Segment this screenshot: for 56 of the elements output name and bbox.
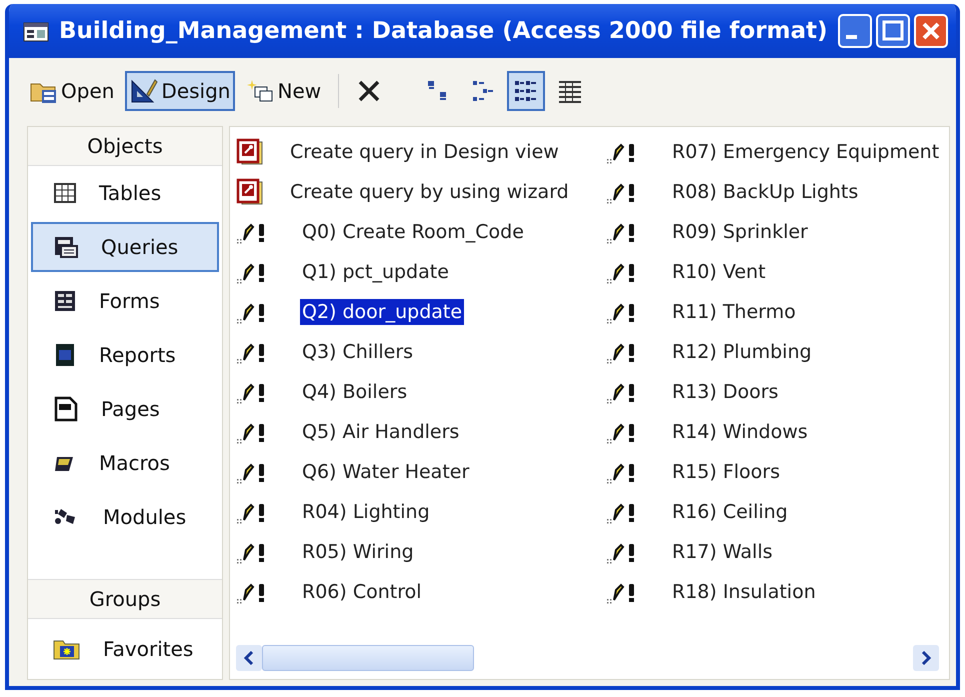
object-type-item[interactable]: Reports [31, 330, 219, 380]
open-button[interactable]: Open [25, 71, 120, 111]
new-window-icon [246, 78, 274, 104]
object-type-item[interactable]: Macros [31, 438, 219, 488]
object-item[interactable]: R06) Control [300, 579, 424, 605]
design-button[interactable]: Design [125, 71, 236, 111]
object-item[interactable]: Q2) door_update [300, 299, 464, 325]
object-item[interactable]: R13) Doors [670, 379, 780, 405]
scrollbar-thumb[interactable] [262, 645, 474, 671]
object-item[interactable]: R11) Thermo [670, 299, 798, 325]
object-item[interactable]: R10) Vent [670, 259, 768, 285]
table-icon [53, 181, 77, 205]
object-type-item[interactable]: Tables [31, 168, 219, 218]
scroll-left-button[interactable] [236, 645, 262, 671]
groups-header: Groups [28, 579, 222, 619]
object-item[interactable]: Q1) pct_update [300, 259, 451, 285]
list-view-button[interactable] [507, 71, 546, 111]
objects-header: Objects [28, 127, 222, 166]
object-item[interactable]: R17) Walls [670, 539, 775, 565]
object-item[interactable]: R15) Floors [670, 459, 782, 485]
minimize-icon[interactable] [838, 14, 872, 48]
object-item[interactable]: R04) Lighting [300, 499, 432, 525]
window-title: Building_Management : Database (Access 2000 file format) [59, 18, 828, 44]
object-type-item[interactable]: Forms [31, 276, 219, 326]
object-item[interactable]: R09) Sprinkler [670, 219, 810, 245]
wizard-icon [236, 138, 264, 166]
object-item[interactable]: R14) Windows [670, 419, 810, 445]
object-item[interactable]: R07) Emergency Equipment [670, 139, 942, 165]
page-icon [53, 396, 79, 422]
object-item[interactable]: Q5) Air Handlers [300, 419, 462, 445]
group-item[interactable]: Favorites [31, 621, 219, 677]
wizard-icon [236, 178, 264, 206]
new-button[interactable]: New [241, 71, 326, 111]
object-item[interactable]: R08) BackUp Lights [670, 179, 860, 205]
object-item[interactable]: Q3) Chillers [300, 339, 416, 365]
object-item[interactable]: R12) Plumbing [670, 339, 814, 365]
close-icon[interactable] [914, 14, 948, 48]
object-item[interactable]: Create query in Design view [288, 139, 561, 165]
scroll-right-button[interactable] [913, 645, 939, 671]
database-icon [23, 20, 49, 42]
details-view-icon [557, 78, 584, 104]
triangle-ruler-icon [130, 78, 158, 104]
object-item[interactable]: R05) Wiring [300, 539, 416, 565]
object-item[interactable]: R18) Insulation [670, 579, 818, 605]
object-type-item[interactable]: Queries [31, 222, 219, 272]
form-icon [53, 289, 77, 313]
report-icon [53, 343, 77, 367]
object-type-item[interactable]: Pages [31, 384, 219, 434]
object-item[interactable]: Q4) Boilers [300, 379, 410, 405]
object-type-item[interactable]: Modules [31, 492, 219, 542]
object-item[interactable]: Q0) Create Room_Code [300, 219, 526, 245]
object-item[interactable]: Create query by using wizard [288, 179, 571, 205]
maximize-icon[interactable] [876, 14, 910, 48]
object-item[interactable]: Q6) Water Heater [300, 459, 472, 485]
object-item[interactable]: R16) Ceiling [670, 499, 790, 525]
query-icon [53, 235, 79, 259]
